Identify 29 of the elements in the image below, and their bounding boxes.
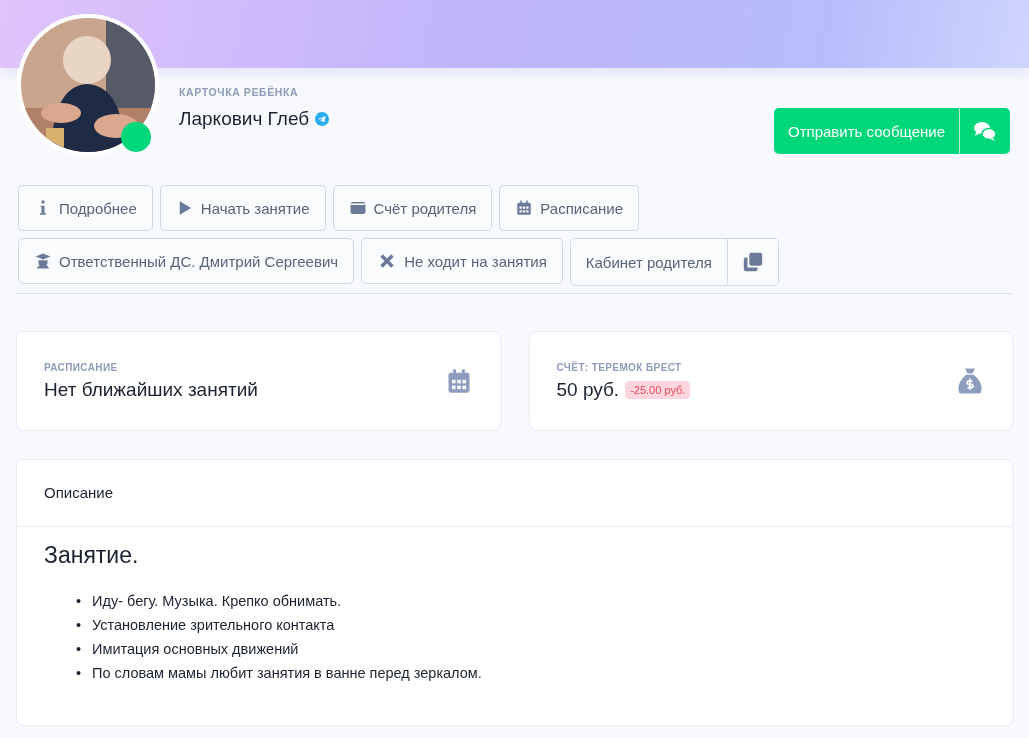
card-caption: СЧЁТ: ТЕРЕМОК БРЕСТ <box>556 361 683 373</box>
copy-icon <box>741 251 764 273</box>
bullet-mark: • <box>76 664 82 683</box>
action-button[interactable]: Начать занятие <box>159 185 326 231</box>
bullet-mark: • <box>76 640 82 659</box>
description-title: Описание <box>44 484 114 501</box>
description-item: Иду- бегу. Музыка. Крепко обнимать. <box>92 592 342 611</box>
description-item: Имитация основных движений <box>92 640 299 659</box>
action-button[interactable]: Счёт родителя <box>332 185 493 231</box>
graduate-icon <box>34 252 52 270</box>
description-item: Установление зрительного контакта <box>92 616 335 635</box>
card-value: Нет ближайших занятий <box>44 378 258 401</box>
action-button[interactable]: Ответственный ДС. Дмитрий Сергеевич <box>18 238 355 284</box>
page-caption: КАРТОЧКА РЕБЁНКА <box>179 86 300 98</box>
action-button[interactable]: Не ходит на занятия <box>361 238 563 284</box>
child-name: Ларкович Глеб <box>179 108 310 130</box>
copy-button[interactable] <box>726 239 778 285</box>
action-button[interactable]: Расписание <box>499 185 640 231</box>
bullet-mark: • <box>76 616 82 635</box>
action-button[interactable]: Подробнее <box>18 185 153 231</box>
card-caption: РАСПИСАНИЕ <box>44 361 119 373</box>
calendar-icon <box>515 199 534 217</box>
card-value: 50 руб. <box>556 378 620 401</box>
description-item: По словам мамы любит занятия в ванне перед зеркалом. <box>92 664 482 683</box>
description-heading: Занятие. <box>44 542 140 569</box>
bullet-mark: • <box>76 592 82 611</box>
balance-change-badge: -25.00 руб. <box>625 380 691 399</box>
wallet-icon <box>348 199 367 217</box>
chat-icon <box>973 119 997 143</box>
